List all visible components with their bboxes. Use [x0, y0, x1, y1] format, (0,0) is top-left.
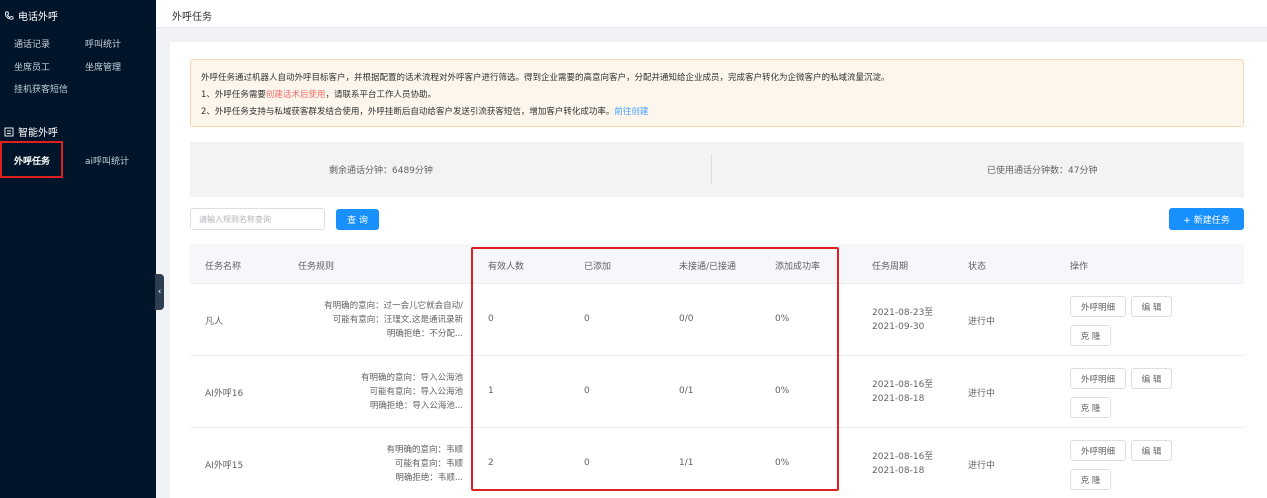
period-end: 2021-08-18 [872, 466, 925, 476]
edit-button[interactable]: 编 辑 [1131, 368, 1172, 389]
remaining-minutes: 剩余通话分钟：6489分钟 [329, 166, 433, 176]
rule-line: 明确拒绝：导入公海池... [369, 401, 463, 411]
rule-line: 有明确的意向：过一会儿它就会自动/ [324, 301, 463, 311]
call-detail-button[interactable]: 外呼明细 [1070, 368, 1126, 389]
add-success-rate: 0% [775, 458, 790, 468]
edit-button[interactable]: 编 辑 [1131, 296, 1172, 317]
sidebar-item-ai-call-stats[interactable]: ai呼叫统计 [85, 154, 129, 167]
rule-line: 有明确的意向：导入公海池 [360, 373, 463, 383]
sidebar-item-hangup-sms[interactable]: 挂机获客短信 [14, 82, 68, 95]
valid-count: 0 [488, 314, 494, 324]
clone-button[interactable]: 克 隆 [1070, 397, 1111, 418]
notice-line-3: 2、外呼任务支持与私域获客群发结合使用，外呼挂断后自动给客户发送引流获客短信，增… [201, 104, 1233, 121]
task-period: 2021-08-16至 2021-08-18 [872, 450, 933, 478]
table-row: 凡人 有明确的意向：过一会儿它就会自动/ 可能有意向：汪瑾文,这是通讯录新 明确… [190, 284, 1244, 356]
sidebar-item-call-stats[interactable]: 呼叫统计 [85, 37, 121, 50]
column-header: 状态 [968, 262, 987, 272]
call-detail-button[interactable]: 外呼明细 [1070, 296, 1126, 317]
added-count: 0 [584, 458, 590, 468]
notice-text: 1、外呼任务需要 [201, 90, 266, 100]
clone-button[interactable]: 克 隆 [1070, 469, 1111, 490]
column-header: 已添加 [584, 262, 612, 272]
status-text: 进行中 [968, 389, 996, 399]
column-header: 有效人数 [488, 262, 525, 272]
period-start: 2021-08-16至 [872, 380, 934, 390]
add-success-rate: 0% [775, 386, 790, 396]
rule-line: 明确拒绝：不分配... [386, 329, 463, 339]
clone-button[interactable]: 克 隆 [1070, 325, 1111, 346]
task-table: 任务名称 任务规则 有效人数 已添加 未接通/已接通 添加成功率 任务周期 状态… [190, 244, 1244, 498]
rule-line: 可能有意向：汪瑾文,这是通讯录新 [332, 315, 463, 325]
task-name: 凡人 [205, 317, 224, 327]
valid-count: 2 [488, 458, 494, 468]
column-header: 任务规则 [298, 262, 335, 272]
main-panel: 外呼任务通过机器人自动外呼目标客户，并根据配置的话术流程对外呼客户进行筛选。得到… [170, 42, 1267, 498]
used-minutes: 已使用通话分钟数：47分钟 [987, 166, 1098, 176]
period-end: 2021-09-30 [872, 322, 925, 332]
status-text: 进行中 [968, 461, 996, 471]
valid-count: 1 [488, 386, 494, 396]
column-header: 添加成功率 [775, 262, 821, 272]
sidebar: 电话外呼 通话记录 呼叫统计 坐席员工 坐席管理 挂机获客短信 智能外呼 外呼任… [0, 0, 156, 498]
info-notice: 外呼任务通过机器人自动外呼目标客户，并根据配置的话术流程对外呼客户进行筛选。得到… [190, 59, 1244, 127]
table-header: 任务名称 任务规则 有效人数 已添加 未接通/已接通 添加成功率 任务周期 状态… [190, 244, 1244, 284]
stats-divider [711, 154, 712, 184]
connect-ratio: 0/0 [679, 314, 694, 324]
sidebar-item-call-records[interactable]: 通话记录 [14, 37, 50, 50]
period-start: 2021-08-23至 [872, 308, 934, 318]
create-link[interactable]: 前往创建 [614, 107, 648, 117]
new-task-button[interactable]: + 新建任务 [1169, 208, 1244, 230]
top-bar: 外呼任务 [156, 0, 1267, 28]
rule-line: 可能有意向：韦顺 [394, 459, 463, 469]
notice-text: ，请联系平台工作人员协助。 [325, 90, 436, 100]
column-header: 未接通/已接通 [679, 262, 737, 272]
table-row: AI外呼15 有明确的意向：韦顺 可能有意向：韦顺 明确拒绝：韦顺... 2 0… [190, 428, 1244, 498]
column-header: 操作 [1070, 262, 1089, 272]
notice-red-text: 创建话术后使用 [265, 90, 326, 100]
usage-stats: 剩余通话分钟：6489分钟 已使用通话分钟数：47分钟 [190, 142, 1244, 197]
status-text: 进行中 [968, 317, 996, 327]
sidebar-group-phone[interactable]: 电话外呼 [4, 8, 58, 23]
added-count: 0 [584, 314, 590, 324]
robot-icon [4, 127, 14, 136]
sidebar-group-title: 智能外呼 [18, 128, 58, 139]
chevron-left-icon: ‹ [157, 287, 162, 297]
add-success-rate: 0% [775, 314, 790, 324]
task-rules: 有明确的意向：导入公海池 可能有意向：导入公海池 明确拒绝：导入公海池... [287, 371, 463, 413]
notice-text: 2、外呼任务支持与私域获客群发结合使用，外呼挂断后自动给客户发送引流获客短信，增… [201, 107, 615, 117]
rule-line: 可能有意向：导入公海池 [369, 387, 463, 397]
call-detail-button[interactable]: 外呼明细 [1070, 440, 1126, 461]
table-row: AI外呼16 有明确的意向：导入公海池 可能有意向：导入公海池 明确拒绝：导入公… [190, 356, 1244, 428]
notice-line-2: 1、外呼任务需要创建话术后使用，请联系平台工作人员协助。 [201, 87, 1233, 104]
task-name: AI外呼16 [205, 389, 244, 399]
active-item-highlight [0, 141, 63, 178]
column-header: 任务名称 [205, 262, 242, 272]
sidebar-item-agents[interactable]: 坐席员工 [14, 60, 50, 73]
sidebar-group-smart-call[interactable]: 智能外呼 [4, 124, 58, 139]
column-header: 任务周期 [872, 262, 909, 272]
task-rules: 有明确的意向：过一会儿它就会自动/ 可能有意向：汪瑾文,这是通讯录新 明确拒绝：… [287, 299, 463, 341]
search-input[interactable] [190, 208, 325, 230]
connect-ratio: 1/1 [679, 458, 694, 468]
page-title: 外呼任务 [172, 12, 212, 23]
task-name: AI外呼15 [205, 461, 244, 471]
sidebar-group-title: 电话外呼 [18, 12, 58, 23]
sidebar-collapse-button[interactable]: ‹ [155, 274, 164, 310]
sidebar-item-agent-management[interactable]: 坐席管理 [85, 60, 121, 73]
period-end: 2021-08-18 [872, 394, 925, 404]
task-rules: 有明确的意向：韦顺 可能有意向：韦顺 明确拒绝：韦顺... [287, 443, 463, 485]
task-period: 2021-08-23至 2021-09-30 [872, 306, 933, 334]
period-start: 2021-08-16至 [872, 452, 934, 462]
task-period: 2021-08-16至 2021-08-18 [872, 378, 933, 406]
search-button[interactable]: 查 询 [336, 209, 379, 230]
edit-button[interactable]: 编 辑 [1131, 440, 1172, 461]
notice-line-1: 外呼任务通过机器人自动外呼目标客户，并根据配置的话术流程对外呼客户进行筛选。得到… [201, 73, 890, 83]
rule-line: 明确拒绝：韦顺... [395, 473, 463, 483]
connect-ratio: 0/1 [679, 386, 694, 396]
rule-line: 有明确的意向：韦顺 [386, 445, 463, 455]
added-count: 0 [584, 386, 590, 396]
phone-icon [5, 11, 14, 20]
